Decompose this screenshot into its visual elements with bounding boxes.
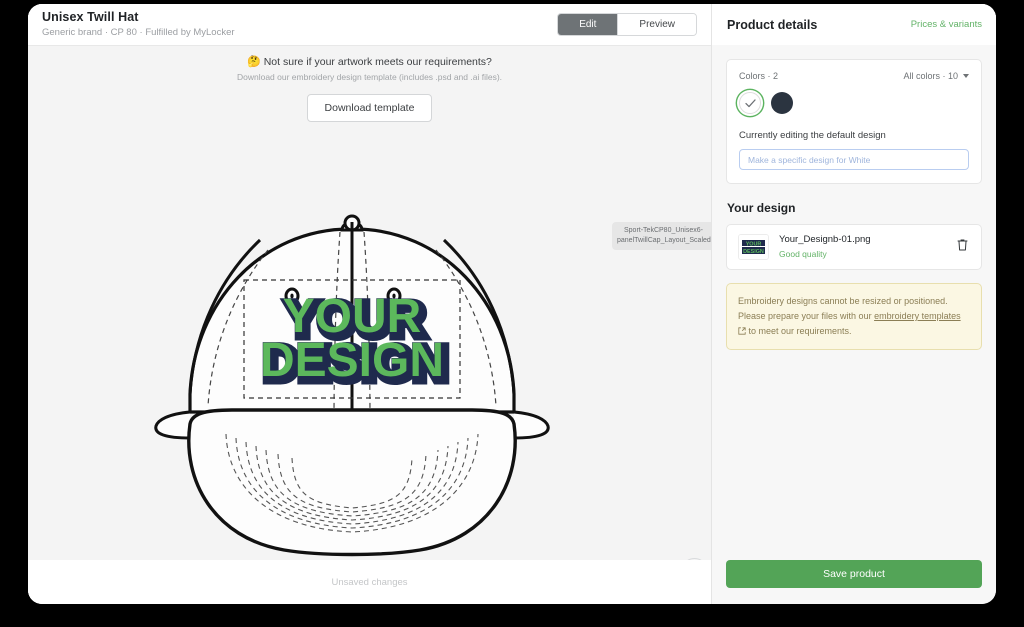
design-file-row[interactable]: YOUR DESIGN Your_Designb-01.png Good qua…: [726, 224, 982, 270]
page-title: Unisex Twill Hat: [42, 10, 557, 24]
download-template-button[interactable]: Download template: [307, 94, 433, 122]
check-icon: [745, 99, 756, 108]
tab-preview[interactable]: Preview: [617, 14, 696, 35]
details-footer: Save product: [712, 560, 996, 604]
editing-default-label: Currently editing the default design: [739, 130, 969, 141]
all-colors-label: All colors · 10: [903, 71, 958, 81]
app-window: Unisex Twill Hat Generic brand · CP 80 ·…: [28, 4, 996, 604]
trash-icon: [957, 238, 968, 251]
editor-pane: Unisex Twill Hat Generic brand · CP 80 ·…: [28, 4, 712, 604]
colors-card: Colors · 2 All colors · 10 Currently edi…: [726, 59, 982, 184]
editor-header: Unisex Twill Hat Generic brand · CP 80 ·…: [28, 4, 711, 45]
design-meta: Your_Designb-01.png Good quality: [779, 234, 945, 260]
your-design-title: Your design: [727, 201, 982, 215]
layout-tooltip: Sport-TekCP80_Unisex6-panelTwillCap_Layo…: [612, 222, 711, 250]
swatch-navy[interactable]: [771, 92, 793, 114]
details-body: Colors · 2 All colors · 10 Currently edi…: [712, 45, 996, 560]
hat-line-art-icon: YOUR YOUR DESIGN DESIGN: [132, 198, 572, 560]
details-title: Product details: [727, 18, 911, 32]
design-file-name: Your_Designb-01.png: [779, 234, 945, 246]
svg-text:DESIGN: DESIGN: [743, 249, 764, 255]
color-swatches: [739, 92, 969, 114]
design-thumbnail-icon: YOUR DESIGN: [739, 235, 768, 259]
tab-edit[interactable]: Edit: [558, 14, 617, 35]
banner-heading: Not sure if your artwork meets our requi…: [264, 56, 492, 68]
status-badge: Unsaved changes: [331, 577, 407, 588]
save-product-button[interactable]: Save product: [726, 560, 982, 588]
design-quality-label: Good quality: [779, 249, 945, 260]
colors-card-header: Colors · 2 All colors · 10: [739, 71, 969, 81]
svg-text:YOUR: YOUR: [746, 241, 762, 247]
design-canvas[interactable]: 🤔 Not sure if your artwork meets our req…: [28, 45, 711, 560]
specific-design-input[interactable]: [739, 149, 969, 170]
prices-variants-link[interactable]: Prices & variants: [911, 19, 982, 30]
all-colors-dropdown[interactable]: All colors · 10: [903, 71, 969, 81]
warning-text-part2: to meet our requirements.: [746, 326, 852, 336]
artwork-text: YOUR YOUR DESIGN DESIGN: [260, 290, 448, 391]
hat-mockup[interactable]: YOUR YOUR DESIGN DESIGN: [132, 198, 572, 560]
product-title-block: Unisex Twill Hat Generic brand · CP 80 ·…: [42, 10, 557, 38]
embroidery-templates-link[interactable]: embroidery templates: [874, 311, 961, 321]
svg-text:DESIGN: DESIGN: [260, 334, 444, 387]
design-thumbnail: YOUR DESIGN: [738, 234, 769, 260]
banner-heading-row: 🤔 Not sure if your artwork meets our req…: [28, 55, 711, 68]
thinking-face-emoji: 🤔: [247, 56, 261, 68]
colors-count-label: Colors · 2: [739, 71, 778, 81]
editor-footer: Unsaved changes: [28, 560, 711, 604]
chevron-down-icon: [963, 74, 969, 78]
embroidery-warning: Embroidery designs cannot be resized or …: [726, 283, 982, 350]
product-subtitle: Generic brand · CP 80 · Fulfilled by MyL…: [42, 28, 557, 39]
keyboard-shortcut-button[interactable]: [681, 558, 708, 560]
banner-subtext: Download our embroidery design template …: [28, 72, 711, 82]
view-toggle[interactable]: Edit Preview: [557, 13, 697, 36]
details-pane: Product details Prices & variants Colors…: [712, 4, 996, 604]
swatch-white[interactable]: [739, 92, 761, 114]
template-banner: 🤔 Not sure if your artwork meets our req…: [28, 46, 711, 122]
details-header: Product details Prices & variants: [712, 4, 996, 45]
delete-design-button[interactable]: [955, 236, 970, 258]
